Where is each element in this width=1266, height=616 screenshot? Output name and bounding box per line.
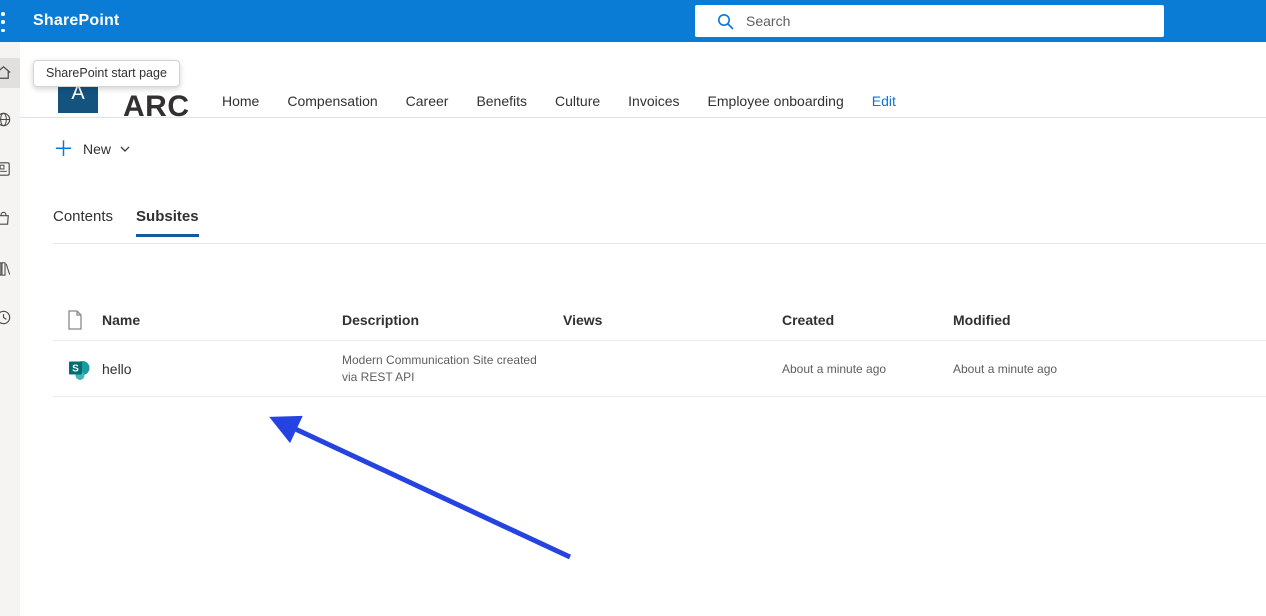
nav-item-invoices[interactable]: Invoices xyxy=(628,93,679,109)
tab-subsites[interactable]: Subsites xyxy=(136,208,199,237)
sharepoint-site-icon: S xyxy=(69,360,90,380)
sharepoint-site-contents-page: SharePoint A ARC xyxy=(0,0,1266,616)
library-icon xyxy=(0,262,11,276)
chevron-down-icon xyxy=(120,146,130,152)
news-icon xyxy=(0,162,10,176)
rail-item-home[interactable] xyxy=(0,58,20,88)
clock-icon xyxy=(0,310,11,325)
file-type-column[interactable] xyxy=(53,310,102,330)
home-icon xyxy=(0,65,11,79)
sharepoint-start-page-tooltip: SharePoint start page xyxy=(33,60,180,87)
rail-item-library[interactable] xyxy=(0,254,20,284)
column-header-description[interactable]: Description xyxy=(342,312,563,328)
contents-tabs: Contents Subsites xyxy=(53,208,199,237)
app-launcher-icon[interactable] xyxy=(1,12,9,32)
tab-contents[interactable]: Contents xyxy=(53,208,113,237)
svg-text:S: S xyxy=(72,363,79,374)
subsite-created: About a minute ago xyxy=(782,361,887,376)
column-header-modified[interactable]: Modified xyxy=(953,312,1266,328)
shopping-bag-icon xyxy=(0,211,9,225)
site-header: A ARC Home Compensation Career Benefits … xyxy=(20,42,1266,123)
suite-bar: SharePoint xyxy=(0,0,1266,42)
table-row[interactable]: S hello Modern Communication Site create… xyxy=(53,341,1266,397)
search-box[interactable] xyxy=(695,5,1164,37)
nav-item-employee-onboarding[interactable]: Employee onboarding xyxy=(708,93,844,109)
rail-item-apps[interactable] xyxy=(0,204,20,234)
sharepoint-brand[interactable]: SharePoint xyxy=(33,0,119,42)
subsite-modified: About a minute ago xyxy=(953,361,1058,376)
rail-item-world[interactable] xyxy=(0,105,20,135)
table-header-row: Name Description Views Created Modified xyxy=(53,300,1266,341)
new-button-label: New xyxy=(83,141,112,157)
subsites-table: Name Description Views Created Modified … xyxy=(53,300,1266,397)
column-header-name[interactable]: Name xyxy=(102,312,342,328)
subsite-description: Modern Communication Site created via RE… xyxy=(342,353,537,384)
nav-item-career[interactable]: Career xyxy=(406,93,449,109)
nav-item-home[interactable]: Home xyxy=(222,93,259,109)
nav-item-compensation[interactable]: Compensation xyxy=(287,93,377,109)
row-icon-cell: S xyxy=(53,357,102,381)
globe-icon xyxy=(0,112,11,127)
tabs-divider xyxy=(53,243,1266,244)
plus-icon: ＋ xyxy=(53,137,74,161)
left-rail xyxy=(0,42,20,616)
nav-item-culture[interactable]: Culture xyxy=(555,93,600,109)
rail-item-news[interactable] xyxy=(0,154,20,184)
new-button[interactable]: ＋ New xyxy=(53,134,130,164)
subsite-name[interactable]: hello xyxy=(102,361,342,377)
search-icon xyxy=(718,13,734,29)
column-header-views[interactable]: Views xyxy=(563,312,782,328)
rail-item-recent[interactable] xyxy=(0,303,20,333)
column-header-created[interactable]: Created xyxy=(782,312,953,328)
nav-item-benefits[interactable]: Benefits xyxy=(476,93,527,109)
search-input[interactable] xyxy=(746,13,1126,29)
site-title[interactable]: ARC xyxy=(123,90,190,124)
site-nav: Home Compensation Career Benefits Cultur… xyxy=(222,84,896,118)
nav-item-edit[interactable]: Edit xyxy=(872,93,896,109)
document-icon xyxy=(68,310,82,330)
